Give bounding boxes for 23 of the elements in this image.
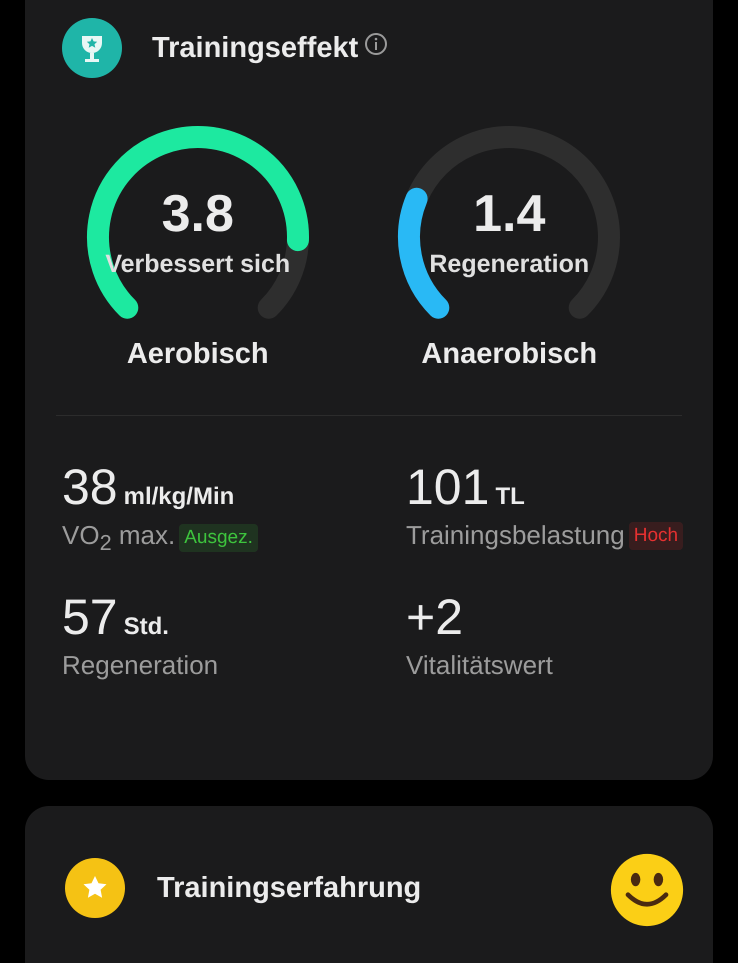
stat-unit: TL <box>495 483 525 511</box>
gauge-status: Regeneration <box>429 250 590 279</box>
stat-label: Regeneration <box>62 650 218 682</box>
gauge-value: 3.8 <box>162 188 234 240</box>
gauge-label: Aerobisch <box>126 338 269 371</box>
stat-label: VO$_{2}$ max. <box>62 520 176 556</box>
smiley-icon <box>609 852 685 928</box>
info-icon[interactable] <box>364 32 388 56</box>
stat-value: 38 <box>62 462 118 512</box>
stat-label: Vitalitätswert <box>406 650 553 682</box>
trophy-icon <box>62 18 122 78</box>
stat-value: 57 <box>62 592 118 642</box>
stat-unit: ml/kg/Min <box>124 483 234 511</box>
gauge-label: Anaerobisch <box>421 338 598 371</box>
stat-unit: Std. <box>124 613 169 642</box>
card-title[interactable]: Trainingserfahrung <box>157 872 609 905</box>
gauge-value: 1.4 <box>473 188 546 240</box>
stat-label: Trainingsbelastung <box>406 520 625 551</box>
status-badge: Ausgez. <box>179 524 258 552</box>
stat-value: 101 <box>406 462 490 512</box>
card-title: Trainingseffekt <box>152 32 358 64</box>
status-badge: Hoch <box>628 522 684 550</box>
stat-value: +2 <box>406 592 464 642</box>
